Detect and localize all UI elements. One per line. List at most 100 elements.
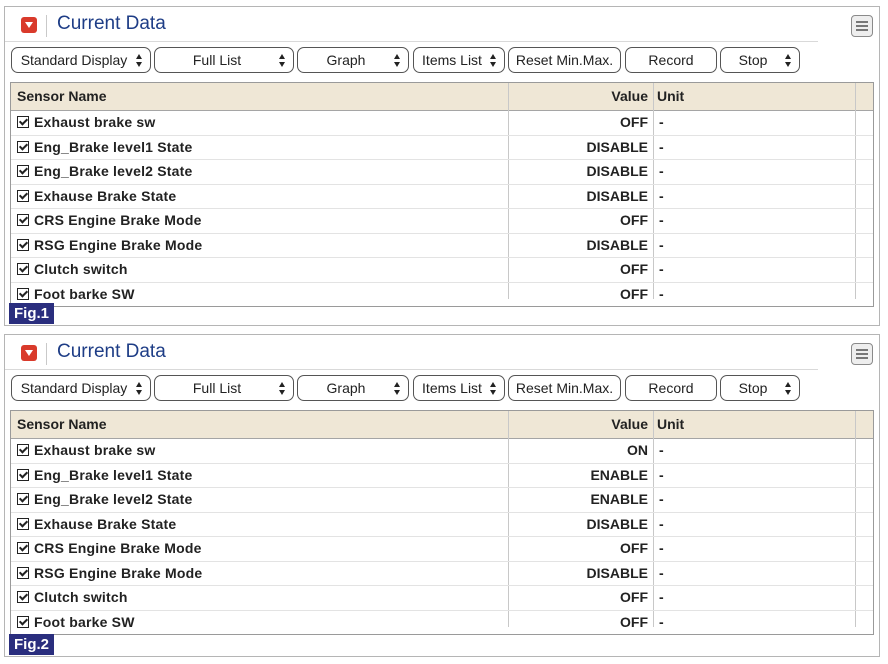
sensor-name: Clutch switch (34, 261, 128, 277)
graph-label: Graph (326, 52, 366, 68)
sensor-unit: - (659, 589, 664, 605)
stop-select[interactable]: Stop (720, 47, 800, 73)
items-list-label: Items List (422, 380, 482, 396)
standard-display-select[interactable]: Standard Display (11, 375, 151, 401)
collapse-arrow-icon[interactable] (21, 17, 37, 33)
menu-icon[interactable] (851, 15, 873, 37)
sensor-name: RSG Engine Brake Mode (34, 236, 203, 253)
sensor-name: RSG Engine Brake Mode (34, 564, 203, 581)
sensor-value: OFF (620, 261, 648, 277)
panel-title: Current Data (57, 341, 166, 362)
items-list-select[interactable]: Items List (413, 47, 505, 73)
sensor-unit: - (659, 564, 664, 581)
table-row[interactable]: CRS Engine Brake Mode OFF - (11, 209, 873, 234)
checkbox-checked-icon[interactable] (17, 615, 29, 628)
column-header-sensor-name[interactable]: Sensor Name (17, 88, 106, 104)
sensor-value: OFF (620, 114, 648, 130)
sensor-data-table: Sensor Name Value Unit Exhaust brake sw O… (10, 410, 874, 635)
column-header-sensor-name[interactable]: Sensor Name (17, 416, 106, 432)
figure-label: Fig.1 (9, 303, 55, 324)
checkbox-checked-icon[interactable] (17, 566, 29, 579)
table-header: Sensor Name Value Unit (11, 83, 873, 111)
table-row[interactable]: Exhause Brake State DISABLE - (11, 513, 873, 537)
stop-label: Stop (738, 52, 768, 68)
sensor-name: Eng_Brake level1 State (34, 138, 193, 155)
checkbox-checked-icon[interactable] (17, 517, 29, 530)
checkbox-checked-icon[interactable] (17, 263, 29, 275)
sensor-value: DISABLE (586, 163, 648, 179)
checkbox-checked-icon[interactable] (17, 542, 29, 554)
checkbox-checked-icon[interactable] (17, 591, 29, 603)
checkbox-checked-icon[interactable] (17, 444, 29, 456)
table-row[interactable]: Clutch switch OFF - (11, 258, 873, 283)
table-row[interactable]: Foot barke SW OFF - (11, 283, 873, 307)
table-row[interactable]: Eng_Brake level2 State ENABLE - (11, 488, 873, 513)
sensor-value: ON (627, 442, 648, 458)
column-header-value[interactable]: Value (508, 416, 648, 432)
table-row[interactable]: Eng_Brake level1 State DISABLE - (11, 136, 873, 160)
record-button[interactable]: Record (625, 375, 717, 401)
title-separator (46, 343, 47, 365)
table-row[interactable]: Eng_Brake level2 State DISABLE - (11, 160, 873, 185)
sensor-unit: - (659, 261, 664, 277)
sensor-name: Eng_Brake level2 State (34, 491, 193, 507)
sensor-value: DISABLE (586, 187, 648, 204)
spin-arrows-icon (490, 54, 497, 67)
checkbox-checked-icon[interactable] (17, 165, 29, 177)
figure-label: Fig.2 (9, 634, 55, 655)
stop-select[interactable]: Stop (720, 375, 800, 401)
sensor-name: Exhause Brake State (34, 515, 177, 532)
sensor-unit: - (659, 491, 664, 507)
full-list-select[interactable]: Full List (154, 375, 294, 401)
spin-arrows-icon (279, 54, 286, 67)
checkbox-checked-icon[interactable] (17, 214, 29, 226)
spin-arrows-icon (490, 382, 497, 395)
sensor-unit: - (659, 212, 664, 228)
table-row[interactable]: Exhause Brake State DISABLE - (11, 185, 873, 209)
table-row[interactable]: Clutch switch OFF - (11, 586, 873, 611)
reset-min-max-button[interactable]: Reset Min.Max. (508, 375, 621, 401)
table-row[interactable]: Exhaust brake sw ON - (11, 439, 873, 464)
table-row[interactable]: RSG Engine Brake Mode DISABLE - (11, 562, 873, 586)
full-list-select[interactable]: Full List (154, 47, 294, 73)
table-row[interactable]: RSG Engine Brake Mode DISABLE - (11, 234, 873, 258)
table-header: Sensor Name Value Unit (11, 411, 873, 439)
checkbox-checked-icon[interactable] (17, 116, 29, 128)
graph-select[interactable]: Graph (297, 47, 409, 73)
reset-min-max-button[interactable]: Reset Min.Max. (508, 47, 621, 73)
collapse-arrow-icon[interactable] (21, 345, 37, 361)
checkbox-checked-icon[interactable] (17, 468, 29, 481)
checkbox-checked-icon[interactable] (17, 238, 29, 251)
column-header-value[interactable]: Value (508, 88, 648, 104)
checkbox-checked-icon[interactable] (17, 189, 29, 202)
standard-display-select[interactable]: Standard Display (11, 47, 151, 73)
table-row[interactable]: Foot barke SW OFF - (11, 611, 873, 635)
table-row[interactable]: CRS Engine Brake Mode OFF - (11, 537, 873, 562)
sensor-unit: - (659, 285, 664, 302)
sensor-value: OFF (620, 212, 648, 228)
full-list-label: Full List (192, 52, 242, 68)
spin-arrows-icon (136, 382, 143, 395)
full-list-label: Full List (192, 380, 242, 396)
items-list-select[interactable]: Items List (413, 375, 505, 401)
current-data-panel-fig2: Current Data Standard Display Full List … (4, 334, 880, 657)
checkbox-checked-icon[interactable] (17, 287, 29, 300)
checkbox-checked-icon[interactable] (17, 140, 29, 153)
sensor-name: Eng_Brake level2 State (34, 163, 193, 179)
column-header-unit[interactable]: Unit (657, 88, 684, 104)
title-separator (46, 15, 47, 37)
sensor-name: Exhaust brake sw (34, 114, 156, 130)
spin-arrows-icon (136, 54, 143, 67)
sensor-value: DISABLE (586, 564, 648, 581)
table-row[interactable]: Eng_Brake level1 State ENABLE - (11, 464, 873, 488)
record-button[interactable]: Record (625, 47, 717, 73)
sensor-unit: - (659, 114, 664, 130)
sensor-name: Eng_Brake level1 State (34, 466, 193, 483)
checkbox-checked-icon[interactable] (17, 493, 29, 505)
menu-icon[interactable] (851, 343, 873, 365)
sensor-name: Exhause Brake State (34, 187, 177, 204)
column-header-unit[interactable]: Unit (657, 416, 684, 432)
toolbar: Standard Display Full List Graph Items L… (5, 45, 879, 77)
graph-select[interactable]: Graph (297, 375, 409, 401)
table-row[interactable]: Exhaust brake sw OFF - (11, 111, 873, 136)
